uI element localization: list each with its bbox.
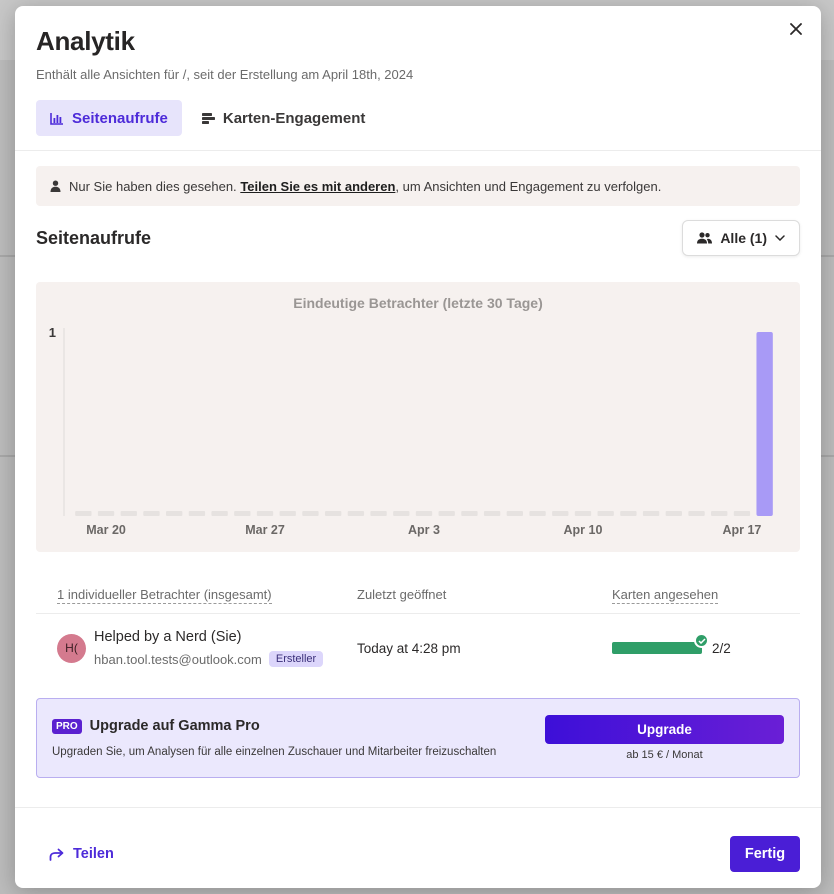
close-icon bbox=[790, 23, 802, 35]
share-label: Teilen bbox=[73, 846, 114, 862]
notice-text: Nur Sie haben dies gesehen. bbox=[69, 178, 237, 194]
viewer-email: hban.tool.tests@outlook.com bbox=[94, 651, 262, 667]
tab-card-engagement[interactable]: Karten-Engagement bbox=[188, 100, 380, 136]
chart-bar-empty bbox=[438, 511, 455, 516]
chart-bar-empty bbox=[324, 511, 342, 516]
modal-body: Nur Sie haben dies gesehen. Teilen Sie e… bbox=[15, 166, 821, 778]
sharing-notice: Nur Sie haben dies gesehen. Teilen Sie e… bbox=[36, 166, 800, 206]
unique-viewers-chart: Eindeutige Betrachter (letzte 30 Tage) 1 M… bbox=[36, 282, 800, 552]
chart-bar-empty bbox=[688, 511, 705, 516]
viewer-cell: H( Helped by a Nerd (Sie) hban.tool.test… bbox=[36, 629, 357, 667]
user-icon bbox=[50, 180, 61, 192]
chart-bar-empty bbox=[302, 511, 319, 516]
modal-footer: Teilen Fertig bbox=[15, 836, 821, 872]
notice-text-suffix: , um Ansichten und Engagement zu verfolg… bbox=[395, 178, 662, 194]
list-bars-icon bbox=[201, 112, 215, 124]
viewer-filter-dropdown[interactable]: Alle (1) bbox=[682, 220, 800, 256]
last-opened-column-header: Zuletzt geöffnet bbox=[357, 587, 447, 602]
chart-bar-empty bbox=[506, 511, 524, 516]
table-header: 1 individueller Betrachter (insgesamt) Z… bbox=[36, 576, 800, 614]
chart-bar-empty bbox=[393, 511, 410, 516]
section-title: Seitenaufrufe bbox=[36, 227, 152, 248]
chart-bar-empty bbox=[597, 511, 614, 516]
tab-page-views[interactable]: Seitenaufrufe bbox=[36, 100, 182, 136]
chart-bar-empty bbox=[211, 511, 228, 516]
chart-bar-empty bbox=[75, 511, 92, 516]
share-with-others-link[interactable]: Teilen Sie es mit anderen bbox=[240, 179, 395, 194]
check-icon bbox=[694, 633, 709, 648]
avatar: H( bbox=[57, 633, 86, 663]
cards-viewed-column-header: Karten angesehen bbox=[612, 587, 719, 604]
close-button[interactable] bbox=[785, 18, 807, 40]
chart-bar-empty bbox=[461, 511, 478, 516]
upgrade-price: ab 15 € / Monat bbox=[626, 749, 703, 761]
chart-bar-empty bbox=[415, 511, 433, 516]
viewers-column-header: 1 individueller Betrachter (insgesamt) bbox=[57, 587, 272, 604]
chart-bar-empty bbox=[665, 511, 682, 516]
tab-label: Karten-Engagement bbox=[222, 109, 366, 127]
upgrade-button[interactable]: Upgrade bbox=[545, 715, 784, 744]
chevron-down-icon bbox=[775, 235, 785, 241]
cards-viewed-count: 2/2 bbox=[712, 640, 731, 656]
chart-bar-empty bbox=[279, 511, 296, 516]
footer-divider bbox=[15, 807, 821, 808]
chart-bar-empty bbox=[620, 511, 637, 516]
chart-bar-empty bbox=[529, 511, 546, 516]
chart-bar-empty bbox=[733, 511, 751, 516]
analytics-modal: Analytik Enthält alle Ansichten für /, s… bbox=[15, 6, 821, 888]
chart-bar-empty bbox=[642, 511, 660, 516]
chart-bar-empty bbox=[97, 511, 115, 516]
filter-label: Alle (1) bbox=[720, 230, 767, 246]
modal-header: Analytik Enthält alle Ansichten für /, s… bbox=[15, 6, 821, 136]
upgrade-banner: PRO Upgrade auf Gamma Pro Upgraden Sie, … bbox=[36, 698, 800, 778]
chart-bar-empty bbox=[166, 511, 183, 516]
chart-bar-empty bbox=[574, 511, 592, 516]
y-tick-label: 1 bbox=[49, 325, 56, 340]
cards-progress-bar bbox=[612, 633, 709, 654]
chart-bar-empty bbox=[120, 511, 137, 516]
chart-bar-empty bbox=[188, 511, 206, 516]
chart-bar-empty bbox=[347, 511, 365, 516]
creator-badge: Ersteller bbox=[268, 651, 324, 667]
modal-subtitle: Enthält alle Ansichten für /, seit der E… bbox=[36, 67, 414, 82]
chart-bar bbox=[756, 332, 773, 516]
users-icon bbox=[697, 232, 713, 244]
header-divider bbox=[15, 150, 821, 151]
chart-bar-empty bbox=[256, 511, 274, 516]
x-tick-label: Apr 10 bbox=[564, 523, 603, 537]
chart-bar-empty bbox=[483, 511, 501, 516]
chart-title: Eindeutige Betrachter (letzte 30 Tage) bbox=[293, 295, 542, 311]
x-tick-label: Mar 27 bbox=[245, 523, 285, 537]
tab-label: Seitenaufrufe bbox=[72, 109, 168, 127]
x-tick-label: Mar 20 bbox=[86, 523, 126, 537]
viewers-table: 1 individueller Betrachter (insgesamt) Z… bbox=[36, 576, 800, 682]
chart-bar-empty bbox=[234, 511, 251, 516]
page-views-header: Seitenaufrufe Alle (1) bbox=[36, 220, 800, 256]
cards-viewed-cell: 2/2 bbox=[612, 633, 800, 656]
chart-svg: Eindeutige Betrachter (letzte 30 Tage) 1 M… bbox=[49, 295, 773, 537]
bar-chart-icon bbox=[50, 112, 63, 125]
chart-bar-empty bbox=[552, 511, 569, 516]
last-opened-value: Today at 4:28 pm bbox=[357, 640, 461, 656]
chart-bar-empty bbox=[711, 511, 728, 516]
table-row: H( Helped by a Nerd (Sie) hban.tool.test… bbox=[36, 614, 800, 682]
progress-fill bbox=[612, 642, 702, 654]
x-tick-label: Apr 3 bbox=[408, 523, 440, 537]
done-button[interactable]: Fertig bbox=[730, 836, 800, 872]
share-button[interactable]: Teilen bbox=[49, 846, 114, 862]
upgrade-description: Upgraden Sie, um Analysen für alle einze… bbox=[52, 746, 497, 758]
upgrade-title: Upgrade auf Gamma Pro bbox=[89, 718, 260, 734]
x-tick-label: Apr 17 bbox=[722, 523, 761, 537]
viewer-name: Helped by a Nerd (Sie) bbox=[94, 629, 242, 645]
share-arrow-icon bbox=[49, 848, 64, 861]
pro-badge: PRO bbox=[52, 718, 82, 734]
chart-bar-empty bbox=[143, 511, 160, 516]
tab-bar: Seitenaufrufe Karten-Engagement bbox=[36, 100, 800, 136]
chart-bar-empty bbox=[370, 511, 387, 516]
modal-title: Analytik bbox=[36, 26, 135, 56]
